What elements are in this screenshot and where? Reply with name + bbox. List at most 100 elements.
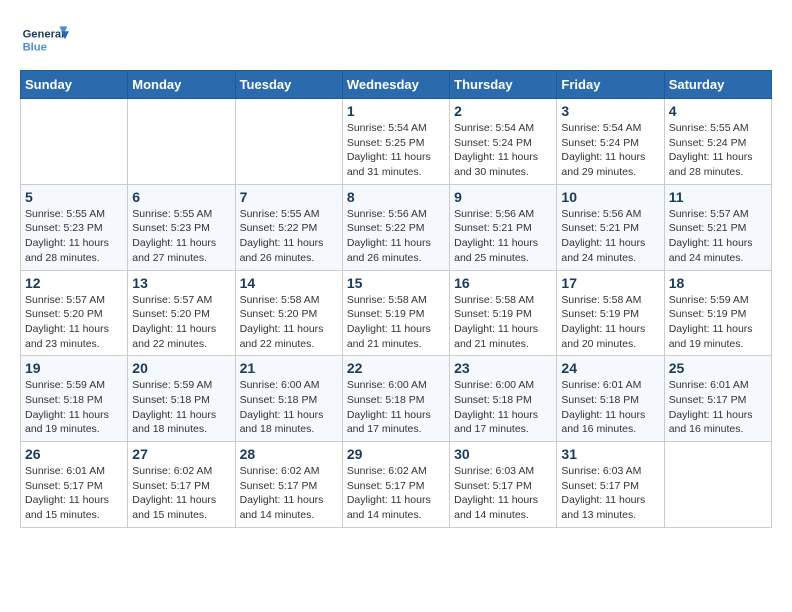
day-info: Sunrise: 5:57 AMSunset: 5:20 PMDaylight:… <box>25 293 123 352</box>
calendar-table: SundayMondayTuesdayWednesdayThursdayFrid… <box>20 70 772 528</box>
calendar-cell: 11 Sunrise: 5:57 AMSunset: 5:21 PMDayligh… <box>664 184 771 270</box>
calendar-cell: 23 Sunrise: 6:00 AMSunset: 5:18 PMDayligh… <box>450 356 557 442</box>
page-header: General Blue <box>20 20 772 60</box>
calendar-body: 1 Sunrise: 5:54 AMSunset: 5:25 PMDaylight… <box>21 99 772 528</box>
day-info: Sunrise: 6:00 AMSunset: 5:18 PMDaylight:… <box>347 378 445 437</box>
calendar-cell: 19Sunrise: 5:59 AMSunset: 5:18 PMDayligh… <box>21 356 128 442</box>
svg-text:General: General <box>23 29 65 41</box>
svg-text:Blue: Blue <box>23 41 47 53</box>
day-info: Sunrise: 6:03 AMSunset: 5:17 PMDaylight:… <box>561 464 659 523</box>
day-info: Sunrise: 5:55 AMSunset: 5:23 PMDaylight:… <box>132 207 230 266</box>
day-number: 12 <box>25 275 123 291</box>
day-info: Sunrise: 5:56 AMSunset: 5:22 PMDaylight:… <box>347 207 445 266</box>
calendar-cell: 7Sunrise: 5:55 AMSunset: 5:22 PMDaylight… <box>235 184 342 270</box>
calendar-cell <box>128 99 235 185</box>
day-info: Sunrise: 5:58 AMSunset: 5:19 PMDaylight:… <box>454 293 552 352</box>
day-info: Sunrise: 6:01 AMSunset: 5:18 PMDaylight:… <box>561 378 659 437</box>
day-number: 26 <box>25 446 123 462</box>
calendar-cell: 26 Sunrise: 6:01 AMSunset: 5:17 PMDayligh… <box>21 442 128 528</box>
day-number: 11 <box>669 189 767 205</box>
calendar-cell: 27 Sunrise: 6:02 AMSunset: 5:17 PMDayligh… <box>128 442 235 528</box>
calendar-cell: 31 Sunrise: 6:03 AMSunset: 5:17 PMDayligh… <box>557 442 664 528</box>
calendar-week: 1 Sunrise: 5:54 AMSunset: 5:25 PMDaylight… <box>21 99 772 185</box>
calendar-cell: 4Sunrise: 5:55 AMSunset: 5:24 PMDaylight… <box>664 99 771 185</box>
day-info: Sunrise: 5:57 AMSunset: 5:20 PMDaylight:… <box>132 293 230 352</box>
calendar-week: 19Sunrise: 5:59 AMSunset: 5:18 PMDayligh… <box>21 356 772 442</box>
calendar-cell: 12 Sunrise: 5:57 AMSunset: 5:20 PMDayligh… <box>21 270 128 356</box>
logo: General Blue <box>20 20 70 60</box>
day-number: 17 <box>561 275 659 291</box>
day-number: 25 <box>669 360 767 376</box>
day-number: 18 <box>669 275 767 291</box>
calendar-cell: 10 Sunrise: 5:56 AMSunset: 5:21 PMDayligh… <box>557 184 664 270</box>
day-number: 8 <box>347 189 445 205</box>
weekday-header: Wednesday <box>342 71 449 99</box>
calendar-header: SundayMondayTuesdayWednesdayThursdayFrid… <box>21 71 772 99</box>
day-info: Sunrise: 5:58 AMSunset: 5:20 PMDaylight:… <box>240 293 338 352</box>
day-info: Sunrise: 5:55 AMSunset: 5:22 PMDaylight:… <box>240 207 338 266</box>
weekday-header: Monday <box>128 71 235 99</box>
day-info: Sunrise: 5:56 AMSunset: 5:21 PMDaylight:… <box>454 207 552 266</box>
calendar-cell: 16 Sunrise: 5:58 AMSunset: 5:19 PMDayligh… <box>450 270 557 356</box>
weekday-header: Saturday <box>664 71 771 99</box>
day-info: Sunrise: 5:54 AMSunset: 5:24 PMDaylight:… <box>454 121 552 180</box>
day-number: 29 <box>347 446 445 462</box>
calendar-cell: 3Sunrise: 5:54 AMSunset: 5:24 PMDaylight… <box>557 99 664 185</box>
day-info: Sunrise: 5:59 AMSunset: 5:19 PMDaylight:… <box>669 293 767 352</box>
day-info: Sunrise: 6:00 AMSunset: 5:18 PMDaylight:… <box>454 378 552 437</box>
day-info: Sunrise: 5:56 AMSunset: 5:21 PMDaylight:… <box>561 207 659 266</box>
day-info: Sunrise: 5:57 AMSunset: 5:21 PMDaylight:… <box>669 207 767 266</box>
day-number: 14 <box>240 275 338 291</box>
day-info: Sunrise: 6:03 AMSunset: 5:17 PMDaylight:… <box>454 464 552 523</box>
weekday-header: Friday <box>557 71 664 99</box>
day-info: Sunrise: 5:54 AMSunset: 5:25 PMDaylight:… <box>347 121 445 180</box>
day-number: 21 <box>240 360 338 376</box>
day-number: 13 <box>132 275 230 291</box>
day-info: Sunrise: 6:00 AMSunset: 5:18 PMDaylight:… <box>240 378 338 437</box>
calendar-cell: 1 Sunrise: 5:54 AMSunset: 5:25 PMDaylight… <box>342 99 449 185</box>
day-number: 16 <box>454 275 552 291</box>
calendar-cell: 2 Sunrise: 5:54 AMSunset: 5:24 PMDaylight… <box>450 99 557 185</box>
day-number: 15 <box>347 275 445 291</box>
calendar-cell: 24 Sunrise: 6:01 AMSunset: 5:18 PMDayligh… <box>557 356 664 442</box>
day-number: 2 <box>454 103 552 119</box>
calendar-cell: 17Sunrise: 5:58 AMSunset: 5:19 PMDayligh… <box>557 270 664 356</box>
day-info: Sunrise: 5:55 AMSunset: 5:24 PMDaylight:… <box>669 121 767 180</box>
calendar-cell: 18 Sunrise: 5:59 AMSunset: 5:19 PMDayligh… <box>664 270 771 356</box>
calendar-cell: 14 Sunrise: 5:58 AMSunset: 5:20 PMDayligh… <box>235 270 342 356</box>
calendar-cell: 25 Sunrise: 6:01 AMSunset: 5:17 PMDayligh… <box>664 356 771 442</box>
day-info: Sunrise: 6:01 AMSunset: 5:17 PMDaylight:… <box>669 378 767 437</box>
day-info: Sunrise: 5:59 AMSunset: 5:18 PMDaylight:… <box>25 378 123 437</box>
calendar-cell: 15Sunrise: 5:58 AMSunset: 5:19 PMDayligh… <box>342 270 449 356</box>
calendar-cell: 20 Sunrise: 5:59 AMSunset: 5:18 PMDayligh… <box>128 356 235 442</box>
day-number: 10 <box>561 189 659 205</box>
day-info: Sunrise: 6:02 AMSunset: 5:17 PMDaylight:… <box>347 464 445 523</box>
calendar-cell: 8 Sunrise: 5:56 AMSunset: 5:22 PMDaylight… <box>342 184 449 270</box>
day-number: 27 <box>132 446 230 462</box>
calendar-cell: 5Sunrise: 5:55 AMSunset: 5:23 PMDaylight… <box>21 184 128 270</box>
day-number: 5 <box>25 189 123 205</box>
day-number: 9 <box>454 189 552 205</box>
day-number: 31 <box>561 446 659 462</box>
calendar-cell: 22 Sunrise: 6:00 AMSunset: 5:18 PMDayligh… <box>342 356 449 442</box>
calendar-week: 5 Sunrise: 5:55 AMSunset: 5:23 PMDaylight… <box>21 184 772 270</box>
day-info: Sunrise: 5:59 AMSunset: 5:18 PMDaylight:… <box>132 378 230 437</box>
calendar-cell <box>664 442 771 528</box>
day-number: 28 <box>240 446 338 462</box>
logo-icon: General Blue <box>20 20 70 60</box>
day-number: 22 <box>347 360 445 376</box>
day-number: 23 <box>454 360 552 376</box>
day-number: 20 <box>132 360 230 376</box>
day-number: 1 <box>347 103 445 119</box>
weekday-row: SundayMondayTuesdayWednesdayThursdayFrid… <box>21 71 772 99</box>
day-number: 3 <box>561 103 659 119</box>
day-info: Sunrise: 6:01 AMSunset: 5:17 PMDaylight:… <box>25 464 123 523</box>
calendar-cell: 6Sunrise: 5:55 AMSunset: 5:23 PMDaylight… <box>128 184 235 270</box>
calendar-cell <box>235 99 342 185</box>
calendar-cell: 30Sunrise: 6:03 AMSunset: 5:17 PMDayligh… <box>450 442 557 528</box>
day-info: Sunrise: 6:02 AMSunset: 5:17 PMDaylight:… <box>132 464 230 523</box>
day-info: Sunrise: 6:02 AMSunset: 5:17 PMDaylight:… <box>240 464 338 523</box>
calendar-cell: 9 Sunrise: 5:56 AMSunset: 5:21 PMDaylight… <box>450 184 557 270</box>
day-number: 24 <box>561 360 659 376</box>
calendar-cell: 21 Sunrise: 6:00 AMSunset: 5:18 PMDayligh… <box>235 356 342 442</box>
